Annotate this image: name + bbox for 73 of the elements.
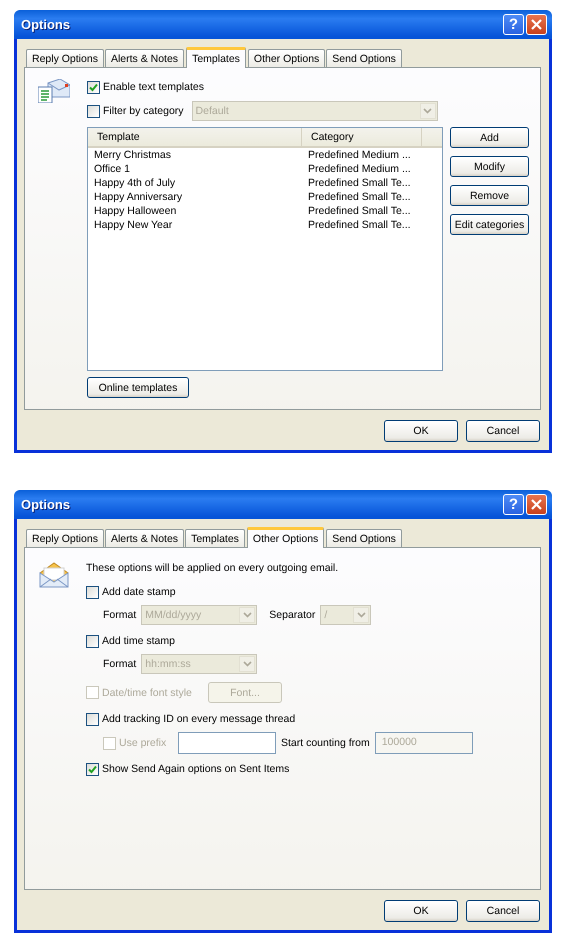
field-label: Start counting from: [281, 737, 370, 749]
checkbox-label: Add date stamp: [102, 586, 176, 598]
template-name[interactable]: Happy Anniversary: [88, 191, 302, 203]
close-button[interactable]: [526, 14, 547, 35]
close-button[interactable]: [526, 494, 547, 515]
template-category: Predefined Medium ...: [307, 149, 412, 161]
tab[interactable]: Templates: [185, 529, 245, 547]
tab[interactable]: Templates: [186, 47, 246, 68]
field-label: Format: [103, 658, 136, 670]
checkbox-row[interactable]: Add tracking ID on every message thread: [86, 711, 473, 727]
field-label: Separator: [269, 608, 316, 620]
close-icon: [530, 18, 543, 31]
action-button[interactable]: Remove: [450, 185, 529, 206]
template-name[interactable]: Happy New Year: [88, 219, 302, 231]
window-title: Options: [21, 17, 72, 32]
checkbox[interactable]: [86, 586, 99, 598]
template-name[interactable]: Office 1: [88, 163, 302, 175]
tab[interactable]: Other Options: [248, 49, 326, 67]
tab[interactable]: Reply Options: [26, 529, 104, 547]
column-header[interactable]: Template: [88, 128, 302, 146]
template-category: Predefined Small Te...: [307, 219, 412, 231]
chevron-down-icon: [242, 660, 252, 666]
template-category: Predefined Small Te...: [307, 191, 412, 203]
checkbox-row[interactable]: Add date stamp: [86, 584, 473, 600]
checkbox[interactable]: [87, 104, 100, 118]
tab[interactable]: Other Options: [246, 527, 324, 548]
checkbox-label: Enable text templates: [103, 81, 204, 93]
checkbox-label: Add time stamp: [102, 635, 175, 647]
checkbox-label: Date/time font style: [102, 686, 192, 698]
chevron-down-icon: [242, 612, 252, 618]
checkbox-row[interactable]: Filter by category: [87, 103, 184, 119]
dialog-button[interactable]: OK: [384, 420, 458, 442]
checkbox-label: Add tracking ID on every message thread: [102, 713, 296, 725]
action-button[interactable]: Edit categories: [450, 214, 529, 235]
chevron-down-icon: [356, 612, 366, 618]
template-name[interactable]: Happy 4th of July: [88, 177, 302, 189]
template-name[interactable]: Merry Christmas: [88, 149, 302, 161]
checkbox[interactable]: [86, 712, 99, 726]
prefix-field[interactable]: [178, 732, 276, 754]
checkbox[interactable]: [87, 80, 100, 94]
checkbox-row[interactable]: Show Send Again options on Sent Items: [86, 761, 473, 777]
template-name[interactable]: Happy Halloween: [88, 205, 302, 217]
tab[interactable]: Reply Options: [26, 49, 104, 67]
online-templates-button[interactable]: Online templates: [87, 377, 189, 398]
checkbox-row[interactable]: Add time stamp: [86, 633, 473, 649]
action-button[interactable]: Modify: [450, 156, 529, 177]
checkbox[interactable]: [86, 762, 99, 776]
close-icon: [530, 498, 543, 511]
tab[interactable]: Alerts & Notes: [104, 529, 184, 547]
checkbox-row[interactable]: Enable text templates: [87, 79, 529, 95]
envelope-icon: [39, 562, 69, 588]
help-button[interactable]: ?: [503, 14, 524, 35]
intro-text: These options will be applied on every outgoing email.: [86, 562, 340, 576]
template-category: Predefined Medium ...: [307, 163, 412, 175]
checkbox-label: Show Send Again options on Sent Items: [102, 763, 290, 775]
template-category: Predefined Small Te...: [307, 205, 412, 217]
checkbox[interactable]: [86, 634, 99, 648]
tab[interactable]: Alerts & Notes: [104, 49, 184, 67]
document-envelope-icon: [38, 79, 70, 103]
help-button[interactable]: ?: [503, 494, 524, 515]
action-button[interactable]: Add: [450, 127, 529, 148]
dialog-button[interactable]: Cancel: [466, 900, 540, 922]
chevron-down-icon: [423, 108, 432, 114]
tab[interactable]: Send Options: [326, 529, 402, 547]
checkbox-label: Filter by category: [103, 105, 184, 117]
dialog-button[interactable]: OK: [384, 900, 458, 922]
template-category: Predefined Small Te...: [307, 177, 412, 189]
dialog-button[interactable]: Cancel: [466, 420, 540, 442]
field-label: Format: [103, 608, 136, 620]
column-header[interactable]: Category: [302, 128, 422, 146]
window-title: Options: [21, 497, 72, 512]
tab[interactable]: Send Options: [326, 49, 402, 67]
checkbox-label: Use prefix: [119, 737, 166, 749]
